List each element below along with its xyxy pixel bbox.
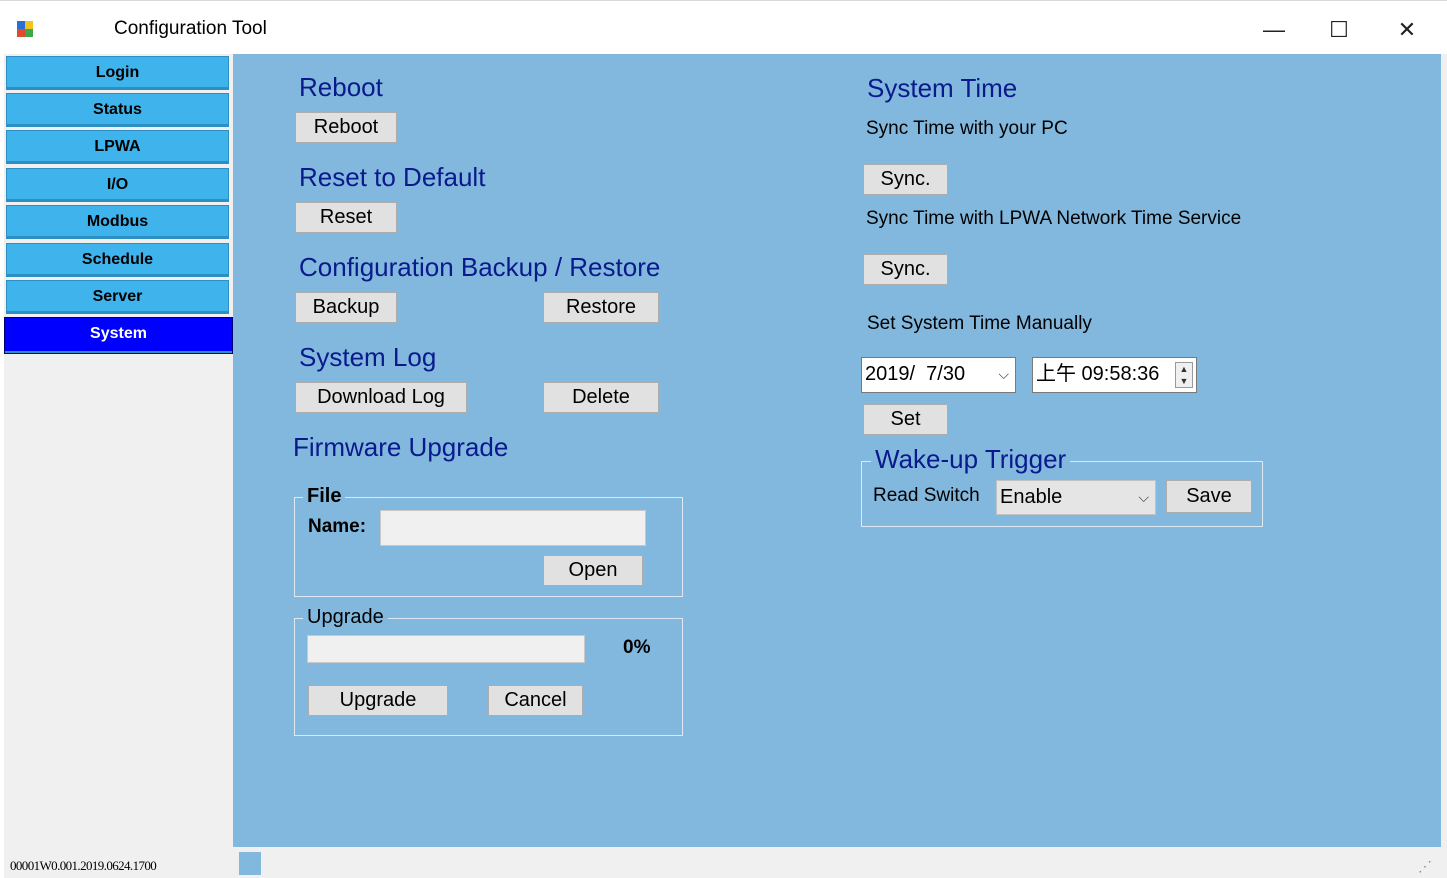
window-border (1441, 54, 1447, 878)
window-title: Configuration Tool (114, 18, 267, 39)
open-file-button[interactable]: Open (543, 555, 643, 586)
manual-time-label: Set System Time Manually (867, 313, 1092, 334)
file-group-label: File (303, 485, 346, 508)
upgrade-button[interactable]: Upgrade (308, 685, 448, 716)
reboot-heading: Reboot (299, 72, 383, 102)
cancel-upgrade-button[interactable]: Cancel (488, 685, 583, 716)
time-picker[interactable]: 上午 09:58:36 ▲ ▼ (1032, 357, 1197, 393)
sidebar-item-schedule[interactable]: Schedule (6, 243, 229, 277)
sync-pc-button[interactable]: Sync. (863, 164, 948, 195)
reset-heading: Reset to Default (299, 162, 486, 192)
sidebar-item-server[interactable]: Server (6, 280, 229, 314)
backup-button[interactable]: Backup (295, 292, 397, 323)
status-indicator (239, 852, 261, 875)
firmware-upgrade-heading: Firmware Upgrade (293, 432, 509, 462)
read-switch-label: Read Switch (873, 485, 980, 506)
date-value: 2019/ 7/30 (865, 363, 966, 385)
sync-lpwa-label: Sync Time with LPWA Network Time Service (866, 208, 1242, 229)
sidebar-item-login[interactable]: Login (6, 56, 229, 90)
sidebar-item-io[interactable]: I/O (6, 168, 229, 202)
minimize-button[interactable]: — (1252, 14, 1296, 46)
restore-button[interactable]: Restore (543, 292, 659, 323)
file-name-label: Name: (308, 516, 367, 537)
upgrade-group-label: Upgrade (303, 606, 388, 629)
app-icon (17, 21, 33, 37)
sidebar-item-system[interactable]: System (4, 317, 233, 354)
spin-updown-icon[interactable]: ▲ ▼ (1175, 362, 1193, 388)
status-bar (233, 847, 1441, 878)
save-wakeup-button[interactable]: Save (1166, 480, 1252, 513)
read-switch-value: Enable (1000, 486, 1063, 508)
system-log-heading: System Log (299, 342, 437, 372)
file-name-input[interactable] (380, 510, 646, 546)
sync-pc-label: Sync Time with your PC (866, 118, 1068, 139)
date-picker[interactable]: 2019/ 7/30 ⌵ (861, 357, 1016, 393)
time-value: 上午 09:58:36 (1036, 363, 1160, 385)
reboot-button[interactable]: Reboot (295, 112, 397, 143)
maximize-button[interactable]: ☐ (1317, 14, 1361, 46)
sidebar-item-lpwa[interactable]: LPWA (6, 130, 229, 164)
chevron-down-icon[interactable]: ⌵ (998, 358, 1009, 390)
firmware-version-label: 00001W0.001.2019.0624.1700 (10, 858, 157, 873)
upgrade-progress-bar (307, 635, 585, 663)
delete-log-button[interactable]: Delete (543, 382, 659, 413)
chevron-down-icon[interactable]: ⌵ (1138, 481, 1149, 513)
system-time-heading: System Time (867, 73, 1018, 103)
set-time-button[interactable]: Set (863, 404, 948, 435)
close-button[interactable]: ✕ (1385, 14, 1429, 46)
sidebar-item-modbus[interactable]: Modbus (6, 205, 229, 239)
wakeup-trigger-heading: Wake-up Trigger (871, 444, 1071, 475)
upgrade-progress-text: 0% (623, 637, 651, 658)
download-log-button[interactable]: Download Log (295, 382, 467, 413)
backup-restore-heading: Configuration Backup / Restore (299, 252, 661, 282)
resize-grip-icon[interactable]: ⋰ (1418, 858, 1432, 875)
read-switch-select[interactable]: Enable ⌵ (996, 480, 1156, 515)
sync-lpwa-button[interactable]: Sync. (863, 254, 948, 285)
reset-button[interactable]: Reset (295, 202, 397, 233)
sidebar-item-status[interactable]: Status (6, 93, 229, 127)
